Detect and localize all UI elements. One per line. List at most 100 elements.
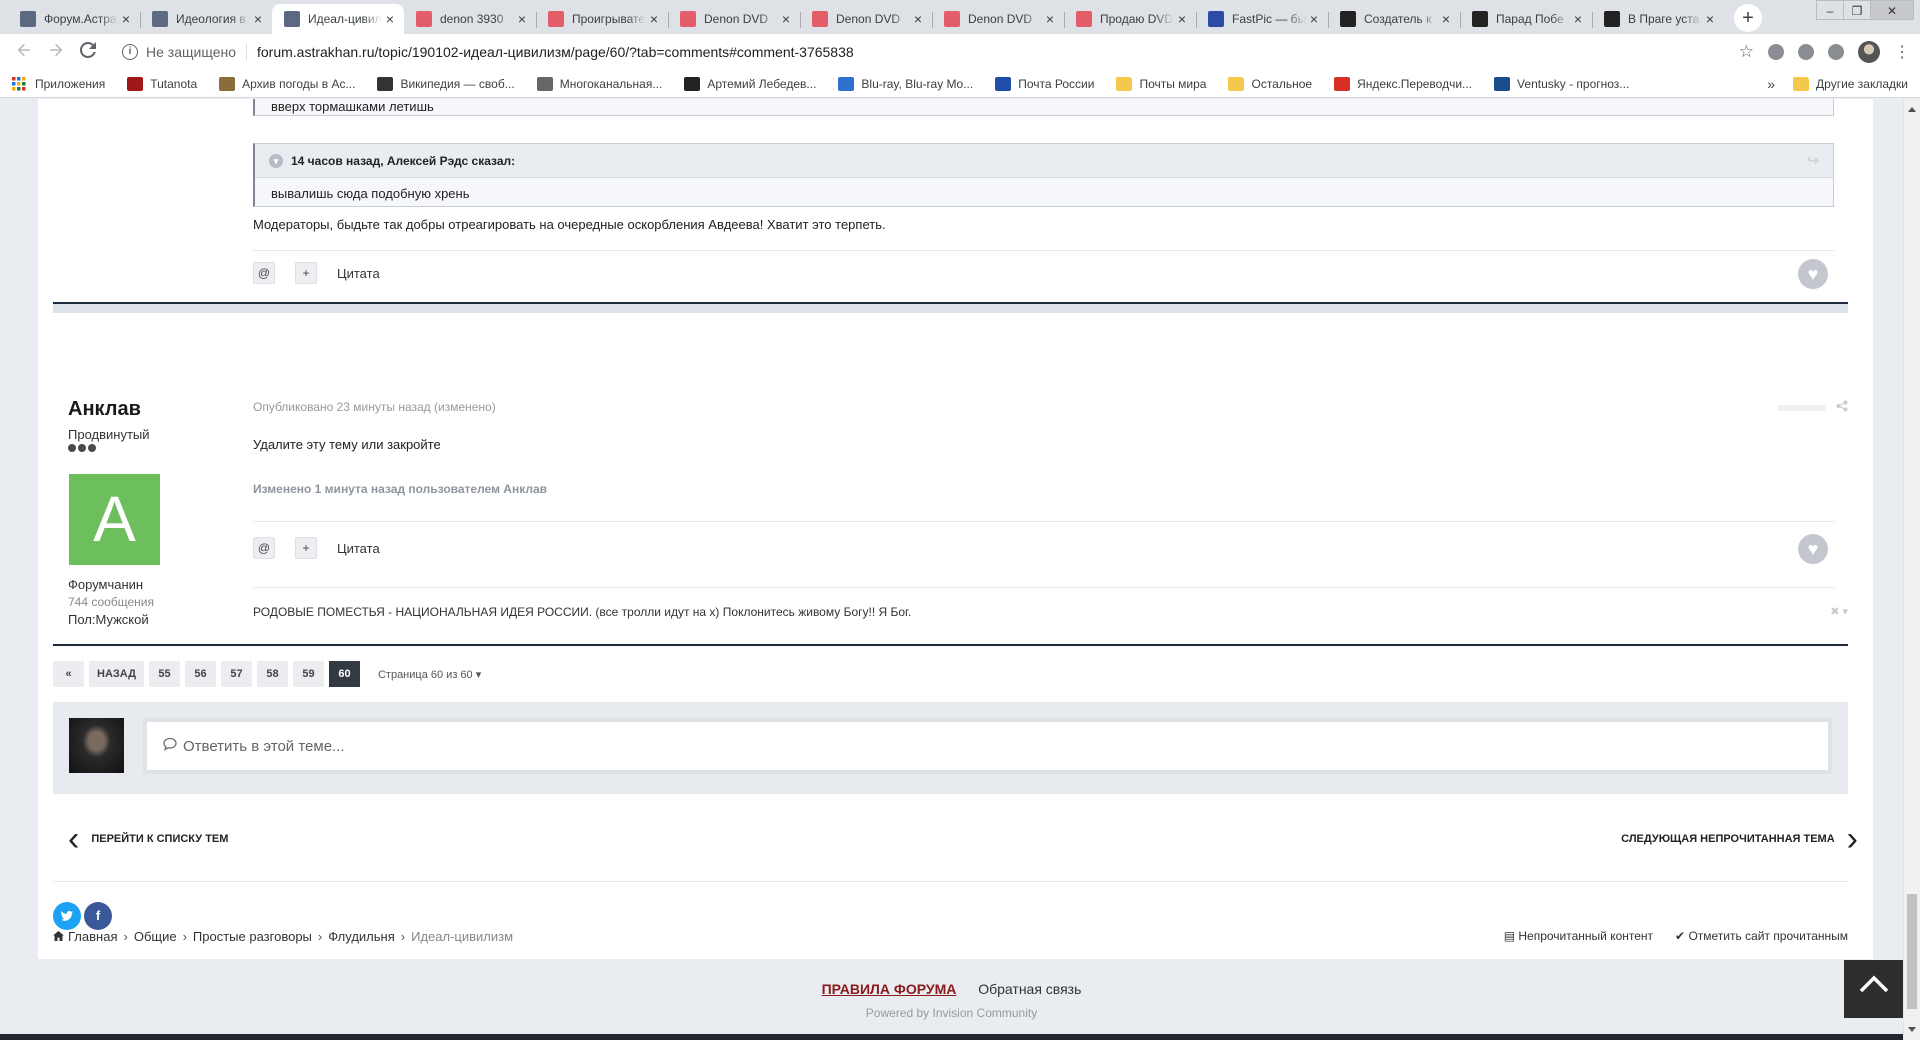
url-text[interactable]: forum.astrakhan.ru/topic/190102-идеал-ци… (257, 44, 854, 60)
powered-by[interactable]: Powered by Invision Community (0, 1006, 1903, 1020)
back-to-topic-list-link[interactable]: ‹ ПЕРЕЙТИ К СПИСКУ ТЕМ (68, 822, 228, 856)
first-page-button[interactable]: « (53, 661, 84, 687)
mention-button[interactable]: @ (253, 262, 275, 284)
mark-site-read-link[interactable]: ✔ Отметить сайт прочитанным (1675, 929, 1848, 943)
forum-rules-link[interactable]: ПРАВИЛА ФОРУМА (822, 981, 957, 997)
new-tab-button[interactable]: + (1734, 4, 1762, 32)
author-name[interactable]: Анклав (68, 398, 141, 421)
share-icon[interactable] (1836, 400, 1848, 415)
tab-close-icon[interactable]: × (1306, 11, 1322, 27)
browser-tab[interactable]: Идеал-цивилизм× (272, 4, 404, 34)
hide-signature-icon[interactable]: ✖ ▾ (1830, 605, 1848, 618)
browser-tab[interactable]: Продаю DVD × (1064, 4, 1196, 34)
extension-shield-icon[interactable] (1768, 44, 1784, 60)
like-heart-icon[interactable]: ♥ (1798, 534, 1828, 564)
bookmark-item[interactable]: Многоканальная... (536, 76, 662, 91)
bookmark-item[interactable]: Артемий Лебедев... (684, 76, 816, 91)
tab-close-icon[interactable]: × (382, 11, 398, 27)
bookmark-item[interactable]: Архив погоды в Ас... (219, 76, 355, 91)
tab-close-icon[interactable]: × (1570, 11, 1586, 27)
scroll-up-arrow-icon[interactable] (1908, 107, 1916, 112)
quote-share-icon[interactable]: ↪ (1807, 152, 1819, 169)
forward-button[interactable] (42, 38, 70, 66)
browser-tab[interactable]: FastPic — бы × (1196, 4, 1328, 34)
collapse-chevron-icon[interactable]: ▾ (269, 153, 283, 168)
maximize-button[interactable]: ❐ (1843, 0, 1871, 20)
page-scrollbar[interactable] (1903, 99, 1920, 1040)
breadcrumb-item[interactable]: Флудильня (328, 929, 395, 944)
browser-tab[interactable]: Парад Побе × (1460, 4, 1592, 34)
bookmark-item[interactable]: Википедия — своб... (377, 76, 515, 91)
profile-avatar[interactable] (1858, 41, 1880, 63)
bookmarks-overflow-button[interactable]: » (1767, 76, 1775, 92)
like-heart-icon[interactable]: ♥ (1798, 259, 1828, 289)
twitter-share-button[interactable] (53, 902, 81, 930)
info-icon[interactable]: i (122, 44, 138, 60)
page-number-button[interactable]: 56 (184, 661, 216, 687)
other-bookmarks[interactable]: Другие закладки (1816, 77, 1908, 91)
tab-close-icon[interactable]: × (1042, 11, 1058, 27)
bookmark-item[interactable]: Tutanota (127, 76, 197, 91)
next-unread-topic-link[interactable]: СЛЕДУЮЩАЯ НЕПРОЧИТАННАЯ ТЕМА › (1621, 822, 1858, 856)
quote-header[interactable]: ▾ 14 часов назад, Алексей Рэдс сказал: ↪ (255, 144, 1833, 178)
mention-button[interactable]: @ (253, 537, 275, 559)
breadcrumb-item[interactable]: Главная (68, 929, 117, 944)
browser-tab[interactable]: Denon DVD × (800, 4, 932, 34)
browser-tab[interactable]: Denon DVD × (932, 4, 1064, 34)
bookmark-item[interactable]: Яндекс.Переводчи... (1334, 76, 1472, 91)
page-number-button[interactable]: 57 (220, 661, 252, 687)
bookmark-item[interactable]: Почты мира (1116, 76, 1206, 91)
facebook-share-button[interactable]: f (84, 902, 112, 930)
scroll-down-arrow-icon[interactable] (1908, 1027, 1916, 1032)
quote-button[interactable]: Цитата (337, 541, 380, 556)
breadcrumb-item[interactable]: Общие (134, 929, 177, 944)
address-bar[interactable]: i Не защищено forum.astrakhan.ru/topic/1… (112, 38, 1910, 66)
menu-kebab-icon[interactable]: ⋮ (1894, 42, 1910, 62)
multiquote-button[interactable]: + (295, 262, 317, 284)
extension-icon[interactable] (1798, 44, 1814, 60)
tab-close-icon[interactable]: × (910, 11, 926, 27)
bookmark-item[interactable]: Остальное (1228, 76, 1312, 91)
reload-button[interactable] (74, 38, 102, 66)
browser-tab[interactable]: Идеология в × (140, 4, 272, 34)
tab-close-icon[interactable]: × (646, 11, 662, 27)
browser-tab[interactable]: Форум.Астрахань× (8, 4, 140, 34)
tab-close-icon[interactable]: × (778, 11, 794, 27)
bookmark-item[interactable]: Почта России (995, 76, 1094, 91)
tab-close-icon[interactable]: × (514, 11, 530, 27)
scrollbar-thumb[interactable] (1907, 894, 1917, 1009)
tab-close-icon[interactable]: × (118, 11, 134, 27)
browser-tab[interactable]: В Праге уста × (1592, 4, 1724, 34)
bookmark-item[interactable]: Ventusky - прогноз... (1494, 76, 1629, 91)
browser-tab[interactable]: Denon DVD × (668, 4, 800, 34)
browser-tab[interactable]: Проигрыватель× (536, 4, 668, 34)
page-jump-dropdown[interactable]: Страница 60 из 60 ▾ (378, 668, 481, 681)
post-timestamp[interactable]: Опубликовано 23 минуты назад (изменено) (253, 400, 496, 414)
minimize-button[interactable]: – (1816, 0, 1844, 20)
page-number-button[interactable]: 58 (256, 661, 288, 687)
multiquote-button[interactable]: + (295, 537, 317, 559)
tab-close-icon[interactable]: × (1174, 11, 1190, 27)
current-page[interactable]: 60 (328, 661, 360, 687)
tab-close-icon[interactable]: × (1438, 11, 1454, 27)
tab-close-icon[interactable]: × (250, 11, 266, 27)
breadcrumb-item[interactable]: Простые разговоры (193, 929, 312, 944)
prev-page-button[interactable]: НАЗАД (89, 661, 144, 687)
bookmark-item[interactable]: Приложения (12, 76, 105, 91)
reply-input[interactable]: Ответить в этой теме... (143, 718, 1832, 774)
feedback-link[interactable]: Обратная связь (978, 981, 1081, 997)
page-number-button[interactable]: 59 (292, 661, 324, 687)
page-number-button[interactable]: 55 (148, 661, 180, 687)
quote-button[interactable]: Цитата (337, 266, 380, 281)
unread-content-link[interactable]: ▤ Непрочитанный контент (1504, 929, 1653, 943)
close-window-button[interactable]: ✕ (1870, 0, 1914, 20)
browser-tab[interactable]: denon 3930 × (404, 4, 536, 34)
bookmark-item[interactable]: Blu-ray, Blu-ray Mo... (838, 76, 973, 91)
extension-refresh-icon[interactable] (1828, 44, 1844, 60)
report-link[interactable] (1778, 404, 1826, 411)
tab-close-icon[interactable]: × (1702, 11, 1718, 27)
scroll-to-top-button[interactable] (1844, 960, 1903, 1018)
avatar[interactable]: A (69, 474, 160, 565)
back-button[interactable] (10, 38, 38, 66)
browser-tab[interactable]: Создатель к × (1328, 4, 1460, 34)
